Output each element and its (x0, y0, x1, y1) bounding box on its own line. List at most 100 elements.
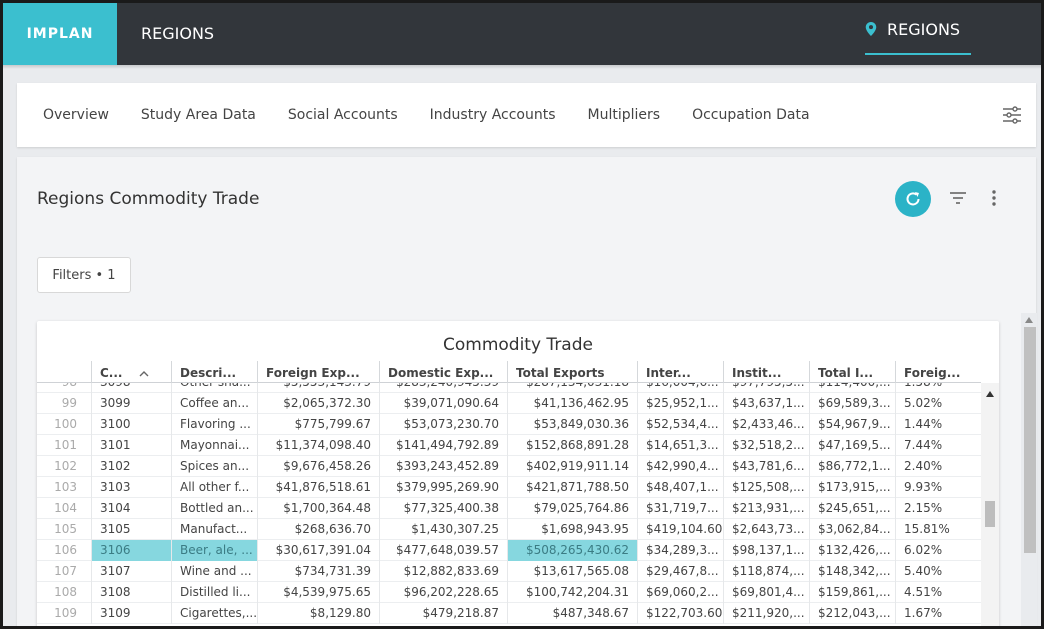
table-cell[interactable]: $114,400,... (809, 383, 895, 393)
table-cell[interactable]: $48,407,1... (637, 477, 723, 498)
table-cell[interactable]: $29,467,8... (637, 561, 723, 582)
table-cell[interactable]: 3099 (91, 393, 171, 414)
table-cell[interactable]: $402,919,911.14 (507, 456, 637, 477)
table-cell[interactable]: $41,876,518.61 (257, 477, 379, 498)
table-cell[interactable]: $42,990,4... (637, 456, 723, 477)
filter-icon[interactable] (949, 191, 967, 205)
tab-occupation-data[interactable]: Occupation Data (692, 107, 809, 123)
regions-nav-link[interactable]: REGIONS (865, 3, 971, 55)
table-cell[interactable]: $69,589,3... (809, 393, 895, 414)
table-cell[interactable]: $487,348.67 (507, 603, 637, 624)
table-cell[interactable]: $47,169,5... (809, 435, 895, 456)
table-cell[interactable]: $31,719,7... (637, 498, 723, 519)
table-cell[interactable]: $54,967,9... (809, 414, 895, 435)
table-cell[interactable]: $41,136,462.95 (507, 393, 637, 414)
table-cell[interactable]: $43,781,6... (723, 456, 809, 477)
table-cell[interactable]: 2.15% (895, 498, 981, 519)
table-cell[interactable]: $268,636.70 (257, 519, 379, 540)
table-cell[interactable]: $79,025,764.86 (507, 498, 637, 519)
table-cell[interactable]: Bottled an... (171, 498, 257, 519)
page-vertical-scrollbar[interactable] (1021, 313, 1037, 626)
table-cell[interactable]: $173,915,... (809, 477, 895, 498)
table-cell[interactable]: Cigarettes,... (171, 603, 257, 624)
column-header-foreign-share[interactable]: Foreig... (895, 361, 981, 383)
table-cell[interactable]: $16,004,6... (637, 383, 723, 393)
table-cell[interactable]: $5,553,143.79 (257, 383, 379, 393)
table-cell[interactable]: $30,617,391.04 (257, 540, 379, 561)
table-cell[interactable]: 1.44% (895, 414, 981, 435)
table-cell[interactable]: $53,073,230.70 (379, 414, 507, 435)
table-cell[interactable]: 3106 (91, 540, 171, 561)
table-cell[interactable]: Beer, ale, ... (171, 540, 257, 561)
table-cell[interactable]: $39,071,090.64 (379, 393, 507, 414)
table-cell[interactable]: 3104 (91, 498, 171, 519)
table-cell[interactable]: 1.67% (895, 603, 981, 624)
table-row[interactable]: 103 3103 All other f... $41,876,518.61 $379,… (37, 477, 981, 498)
column-header-total-imports[interactable]: Total I... (809, 361, 895, 383)
table-cell[interactable]: $34,289,3... (637, 540, 723, 561)
table-cell[interactable]: $477,648,039.57 (379, 540, 507, 561)
table-cell[interactable]: Spices an... (171, 456, 257, 477)
table-row[interactable]: 105 3105 Manufact... $268,636.70 $1,430,307.… (37, 519, 981, 540)
table-cell[interactable]: 3105 (91, 519, 171, 540)
column-header-domestic-exports[interactable]: Domestic Exp... (379, 361, 507, 383)
table-cell[interactable]: $118,874,... (723, 561, 809, 582)
table-cell[interactable]: All other f... (171, 477, 257, 498)
table-cell[interactable]: 3100 (91, 414, 171, 435)
page-scroll-thumb[interactable] (1024, 327, 1036, 553)
table-cell[interactable]: $14,651,3... (637, 435, 723, 456)
table-cell[interactable]: $3,062,84... (809, 519, 895, 540)
table-cell[interactable]: $283,240,945.39 (379, 383, 507, 393)
table-cell[interactable]: $25,952,1... (637, 393, 723, 414)
table-cell[interactable]: 5.02% (895, 393, 981, 414)
table-cell[interactable]: $9,676,458.26 (257, 456, 379, 477)
tab-study-area-data[interactable]: Study Area Data (141, 107, 256, 123)
table-cell[interactable]: $97,795,5... (723, 383, 809, 393)
table-cell[interactable]: $12,882,833.69 (379, 561, 507, 582)
table-cell[interactable]: $212,043,... (809, 603, 895, 624)
column-header-institutional[interactable]: Instit... (723, 361, 809, 383)
table-cell[interactable]: $734,731.39 (257, 561, 379, 582)
table-cell[interactable]: $11,374,098.40 (257, 435, 379, 456)
table-row[interactable]: 101 3101 Mayonnai... $11,374,098.40 $141,494… (37, 435, 981, 456)
table-cell[interactable]: $152,868,891.28 (507, 435, 637, 456)
column-header-code[interactable]: C... (91, 361, 171, 383)
refresh-button[interactable] (895, 181, 931, 217)
table-cell[interactable]: $421,871,788.50 (507, 477, 637, 498)
table-cell[interactable]: $8,129.80 (257, 603, 379, 624)
table-row[interactable]: 104 3104 Bottled an... $1,700,364.48 $77,325… (37, 498, 981, 519)
table-cell[interactable]: $775,799.67 (257, 414, 379, 435)
table-cell[interactable]: $1,698,943.95 (507, 519, 637, 540)
table-row-partial[interactable]: 983098Other sna...$5,553,143.79$283,240,… (37, 383, 981, 393)
table-cell[interactable]: $148,342,... (809, 561, 895, 582)
table-cell[interactable]: $393,243,452.89 (379, 456, 507, 477)
table-cell[interactable]: $98,137,1... (723, 540, 809, 561)
column-header-intermediate[interactable]: Inter... (637, 361, 723, 383)
more-vert-icon[interactable] (991, 189, 997, 207)
column-header-foreign-exports[interactable]: Foreign Exp... (257, 361, 379, 383)
table-cell[interactable]: 5.40% (895, 561, 981, 582)
table-cell[interactable]: $53,849,030.36 (507, 414, 637, 435)
implan-logo[interactable]: IMPLAN (3, 3, 117, 65)
table-cell[interactable]: $2,433,46... (723, 414, 809, 435)
table-cell[interactable]: 1.58% (895, 383, 981, 393)
table-cell[interactable]: 3102 (91, 456, 171, 477)
table-cell[interactable]: Distilled li... (171, 582, 257, 603)
table-row[interactable]: 108 3108 Distilled li... $4,539,975.65 $96,2… (37, 582, 981, 603)
tab-industry-accounts[interactable]: Industry Accounts (430, 107, 556, 123)
table-cell[interactable]: $141,494,792.89 (379, 435, 507, 456)
table-row[interactable]: 102 3102 Spices an... $9,676,458.26 $393,243… (37, 456, 981, 477)
table-cell[interactable]: Mayonnai... (171, 435, 257, 456)
table-cell[interactable]: Wine and ... (171, 561, 257, 582)
table-row[interactable]: 106 3106 Beer, ale, ... $30,617,391.04 $477,… (37, 540, 981, 561)
table-cell[interactable]: $479,218.87 (379, 603, 507, 624)
table-cell[interactable]: $2,065,372.30 (257, 393, 379, 414)
table-cell[interactable]: 4.51% (895, 582, 981, 603)
table-cell[interactable]: $86,772,1... (809, 456, 895, 477)
table-cell[interactable]: 3108 (91, 582, 171, 603)
table-cell[interactable]: $1,700,364.48 (257, 498, 379, 519)
table-cell[interactable]: $125,508,... (723, 477, 809, 498)
table-cell[interactable]: Other sna... (171, 383, 257, 393)
table-cell[interactable]: Coffee an... (171, 393, 257, 414)
table-cell[interactable]: 3109 (91, 603, 171, 624)
